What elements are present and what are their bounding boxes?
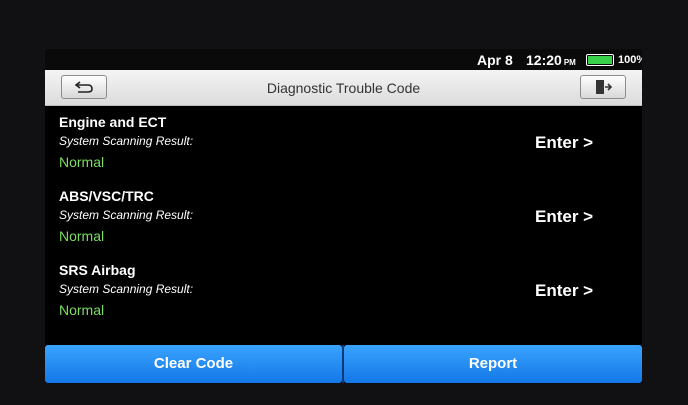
clear-code-button[interactable]: Clear Code — [45, 345, 342, 383]
scan-result-status: Normal — [59, 302, 105, 318]
report-button[interactable]: Report — [344, 345, 642, 383]
list-item: SRS Airbag System Scanning Result: Norma… — [45, 254, 642, 328]
scan-result-status: Normal — [59, 154, 105, 170]
enter-button[interactable]: Enter > — [535, 281, 593, 301]
battery-fill — [588, 56, 612, 64]
device-screen: Apr 8 12:20PM 100% Diagnostic Trouble Co… — [45, 49, 642, 383]
page-header: Diagnostic Trouble Code — [45, 70, 642, 106]
footer-bar: Clear Code Report — [45, 345, 642, 383]
battery-percent: 100% — [618, 54, 642, 66]
system-name: SRS Airbag — [59, 262, 136, 278]
enter-button[interactable]: Enter > — [535, 133, 593, 153]
system-name: Engine and ECT — [59, 114, 167, 130]
scan-result-label: System Scanning Result: — [59, 134, 194, 148]
battery-icon — [586, 54, 614, 66]
page-title: Diagnostic Trouble Code — [266, 80, 421, 96]
exit-door-icon — [596, 80, 612, 94]
scan-result-label: System Scanning Result: — [59, 208, 194, 222]
status-date: Apr 8 — [477, 52, 513, 68]
scan-result-status: Normal — [59, 228, 105, 244]
status-ampm: PM — [563, 58, 576, 67]
status-time: 12:20 PM — [526, 52, 576, 68]
status-clock: 12:20 — [526, 52, 562, 68]
list-item: Engine and ECT System Scanning Result: N… — [45, 106, 642, 180]
system-name: ABS/VSC/TRC — [59, 188, 154, 204]
status-bar: Apr 8 12:20PM 100% — [45, 49, 642, 70]
list-item: ABS/VSC/TRC System Scanning Result: Norm… — [45, 180, 642, 254]
scan-result-label: System Scanning Result: — [59, 282, 194, 296]
system-list: Engine and ECT System Scanning Result: N… — [45, 106, 642, 342]
enter-button[interactable]: Enter > — [535, 207, 593, 227]
exit-button[interactable] — [580, 75, 626, 99]
